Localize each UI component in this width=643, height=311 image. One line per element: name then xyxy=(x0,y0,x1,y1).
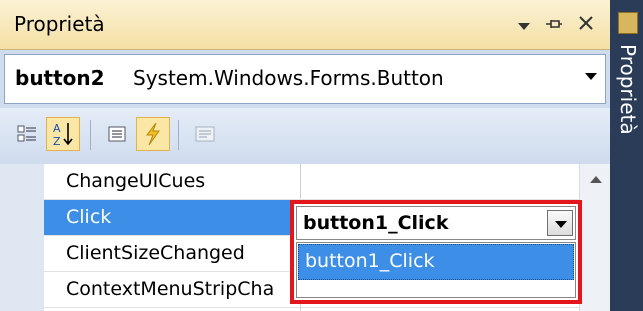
row-name: ContextMenuStripCha xyxy=(66,278,275,300)
scroll-up-icon[interactable] xyxy=(590,176,602,183)
title-bar: Proprietà xyxy=(0,0,610,50)
row-name: Click xyxy=(66,206,112,228)
chevron-down-icon[interactable] xyxy=(585,73,597,80)
panel-title: Proprietà xyxy=(14,12,105,36)
alphabetical-icon[interactable]: A Z xyxy=(46,117,80,151)
categorized-icon[interactable] xyxy=(10,117,44,151)
side-tab-label: Proprietà xyxy=(616,44,640,135)
vertical-scrollbar[interactable] xyxy=(579,164,610,311)
event-handler-field[interactable]: button1_Click xyxy=(296,206,576,240)
svg-text:A: A xyxy=(53,122,61,135)
grid-margin xyxy=(0,164,44,311)
row-name: ClientSizeChanged xyxy=(66,242,245,264)
toolbar-separator xyxy=(90,120,91,150)
list-item-label: button1_Click xyxy=(305,250,435,272)
event-handler-value: button1_Click xyxy=(303,212,449,234)
property-pages-icon[interactable] xyxy=(188,117,222,151)
toolbar-separator xyxy=(178,120,179,150)
properties-icon[interactable] xyxy=(100,117,134,151)
pin-icon[interactable] xyxy=(538,6,570,42)
events-icon[interactable] xyxy=(136,117,170,151)
close-icon[interactable] xyxy=(570,6,602,42)
svg-text:Z: Z xyxy=(53,135,61,147)
list-item[interactable]: button1_Click xyxy=(298,244,574,280)
properties-tab-icon xyxy=(618,12,638,34)
toolbar: A Z xyxy=(0,108,610,162)
dropdown-arrow-icon[interactable] xyxy=(508,6,540,42)
row-name: ChangeUICues xyxy=(66,170,206,192)
object-selector[interactable]: button2 System.Windows.Forms.Button xyxy=(4,54,606,104)
event-handler-combobox[interactable]: button1_Click button1_Click xyxy=(290,200,582,304)
chevron-down-icon[interactable] xyxy=(547,210,573,236)
side-tab-properties[interactable]: Proprietà xyxy=(612,4,643,304)
grid-row-changeuicues[interactable]: ChangeUICues xyxy=(44,164,579,200)
object-name: button2 xyxy=(15,66,105,90)
object-type: System.Windows.Forms.Button xyxy=(133,66,444,90)
event-handler-list: button1_Click xyxy=(296,242,576,298)
properties-panel: Proprietà button2 System.Windows.Forms.B… xyxy=(0,0,610,311)
